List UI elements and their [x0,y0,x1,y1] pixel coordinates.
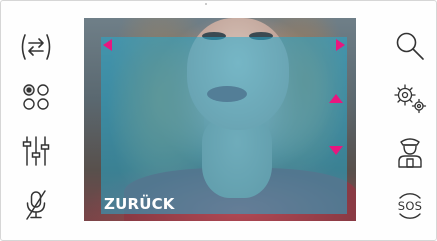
back-button[interactable]: ZURÜCK [104,195,175,213]
right-toolbar: SOS [380,0,437,241]
pan-down-arrow[interactable] [329,146,343,155]
pan-up-arrow[interactable] [329,94,343,103]
gears-icon [394,84,427,114]
zoom-button[interactable] [380,24,437,68]
swap-arrows-icon [21,34,51,60]
sos-label: SOS [397,199,423,213]
sos-button[interactable]: SOS [380,184,437,228]
settings-button[interactable] [380,76,437,120]
zoom-selection-overlay[interactable] [101,37,347,214]
muted-microphone-icon [26,190,46,220]
left-toolbar [6,0,66,241]
pan-left-arrow[interactable] [103,39,112,51]
sliders-icon [22,136,50,166]
menu-button[interactable] [6,75,66,119]
camera-indicator [205,3,207,5]
concierge-button[interactable] [380,130,437,174]
concierge-icon [398,138,422,168]
search-icon [396,32,424,60]
swap-camera-button[interactable] [6,25,66,69]
adjust-button[interactable] [6,129,66,173]
four-circles-icon [23,84,49,110]
mute-microphone-button[interactable] [6,183,66,227]
pan-right-arrow[interactable] [336,39,345,51]
